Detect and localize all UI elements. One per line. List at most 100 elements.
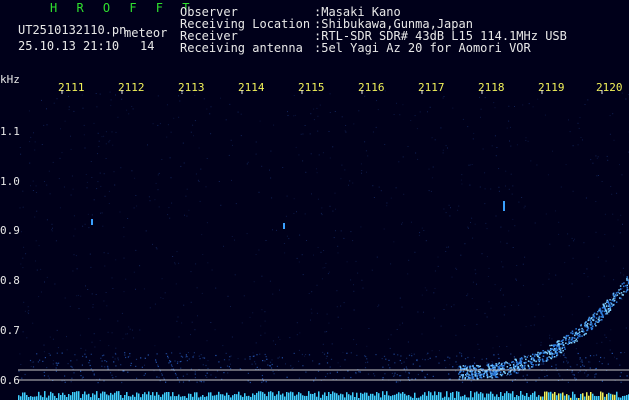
signal-pixel (490, 365, 493, 367)
signal-pixel (80, 375, 82, 377)
signal-level-bar (74, 392, 76, 400)
signal-level-bar (384, 394, 386, 400)
noise-pixel (260, 325, 262, 327)
noise-pixel (167, 214, 169, 216)
signal-pixel (177, 361, 179, 363)
signal-level-bar (526, 393, 528, 400)
signal-pixel (477, 370, 480, 373)
signal-level-bar (532, 392, 534, 400)
signal-level-bar (138, 393, 140, 400)
noise-pixel (596, 175, 598, 177)
noise-pixel (279, 339, 281, 340)
signal-pixel (620, 372, 622, 374)
noise-pixel (325, 357, 327, 359)
signal-pixel (89, 359, 91, 362)
signal-pixel (426, 373, 428, 375)
signal-pixel (465, 372, 468, 375)
noise-pixel (437, 265, 439, 267)
noise-pixel (34, 149, 36, 151)
noise-pixel (317, 247, 319, 248)
noise-pixel (300, 133, 302, 135)
signal-level-bar (268, 391, 270, 400)
signal-pixel (107, 366, 109, 368)
signal-pixel (70, 365, 72, 367)
signal-pixel (535, 380, 537, 382)
signal-pixel (399, 375, 401, 377)
noise-pixel (78, 308, 80, 310)
signal-pixel (42, 360, 44, 362)
signal-level-bar (26, 395, 28, 400)
meteor-echoes (91, 201, 505, 229)
noise-pixel (152, 243, 153, 245)
signal-level-bar (392, 395, 394, 400)
signal-pixel (598, 317, 600, 319)
noise-pixel (210, 322, 212, 323)
signal-pixel (264, 353, 266, 356)
signal-pixel (556, 354, 559, 356)
signal-pixel (524, 367, 526, 370)
noise-pixel (210, 106, 212, 108)
signal-pixel (558, 373, 560, 375)
signal-pixel (286, 376, 288, 378)
noise-pixel (604, 213, 606, 215)
signal-pixel (585, 326, 588, 328)
noise-pixel (433, 292, 435, 294)
signal-pixel (483, 375, 485, 378)
signal-pixel (176, 377, 179, 379)
signal-level-bar (520, 391, 522, 400)
signal-pixel (563, 346, 566, 348)
signal-pixel (568, 337, 571, 339)
noise-pixel (588, 296, 590, 298)
signal-level-bar (18, 395, 20, 400)
noise-pixel (177, 316, 179, 318)
noise-pixel (206, 108, 208, 110)
noise-pixel (346, 261, 348, 263)
noise-pixel (197, 315, 198, 317)
noise-pixel (530, 160, 532, 162)
noise-pixel (183, 304, 185, 306)
noise-pixel (474, 223, 476, 225)
noise-pixel (33, 132, 34, 134)
signal-pixel (467, 356, 469, 359)
signal-pixel (598, 308, 601, 311)
noise-pixel (390, 263, 392, 265)
noise-pixel (620, 272, 622, 274)
signal-level-bar (190, 393, 192, 400)
noise-pixel (161, 278, 163, 280)
noise-pixel (549, 337, 550, 339)
signal-pixel (577, 371, 579, 374)
noise-pixel (329, 112, 331, 113)
noise-pixel (49, 193, 51, 195)
noise-pixel (377, 306, 379, 308)
noise-pixel (548, 273, 550, 275)
signal-pixel (290, 365, 292, 367)
signal-level-bar (270, 391, 272, 400)
signal-pixel (494, 367, 496, 369)
signal-level-bar (254, 394, 256, 400)
signal-pixel (563, 336, 565, 339)
signal-pixel (147, 354, 149, 356)
noise-pixel (91, 214, 93, 216)
noise-pixel (82, 107, 84, 109)
noise-pixel (604, 234, 606, 235)
noise-pixel (573, 240, 575, 242)
noise-pixel (139, 265, 141, 267)
signal-level-bar (450, 392, 452, 400)
signal-pixel (210, 374, 212, 376)
signal-pixel (607, 363, 609, 365)
noise-pixel (38, 245, 40, 247)
signal-pixel (518, 361, 520, 363)
signal-pixel (510, 353, 512, 355)
noise-pixel (508, 188, 510, 190)
signal-level-bar (426, 395, 428, 400)
file-name: UT2510132110.pn (18, 23, 127, 37)
signal-pixel (326, 373, 329, 375)
signal-pixel (461, 374, 463, 376)
signal-pixel (520, 362, 523, 365)
noise-pixel (490, 188, 492, 190)
signal-pixel (523, 366, 526, 368)
signal-pixel (512, 363, 515, 366)
noise-pixel (613, 139, 615, 141)
signal-pixel (267, 364, 269, 366)
noise-pixel (362, 287, 364, 289)
